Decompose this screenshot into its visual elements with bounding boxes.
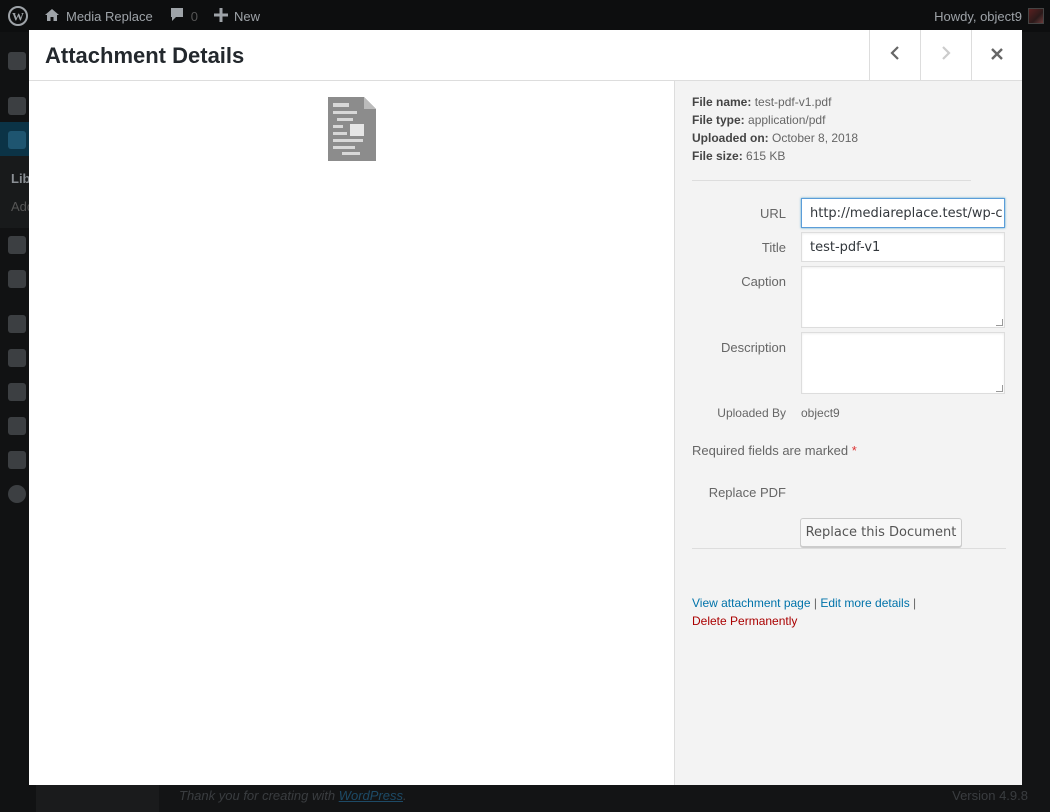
file-name-label: File name: [692,95,752,109]
details-divider [692,180,971,181]
new-content-link[interactable]: New [206,0,268,32]
appearance-icon[interactable] [8,315,26,333]
settings-icon[interactable] [8,451,26,469]
file-name-row: File name: test-pdf-v1.pdf [692,93,858,111]
description-label: Description [720,340,786,355]
attachment-actions: View attachment page | Edit more details… [692,594,916,630]
modal-title: Attachment Details [45,43,245,68]
chevron-right-icon [940,44,952,67]
footer-thanks: Thank you for creating with WordPress. [179,788,407,803]
view-attachment-page-link[interactable]: View attachment page [692,596,811,610]
uploaded-on-value: October 8, 2018 [772,131,859,145]
posts-icon[interactable] [8,97,26,115]
file-size-label: File size: [692,149,743,163]
media-icon [8,131,26,149]
plugins-icon[interactable] [8,349,26,367]
chevron-left-icon [889,44,901,67]
footer-version: Version 4.9.8 [952,788,1028,803]
new-label: New [233,8,260,24]
replace-pdf-label: Replace PDF [708,485,786,500]
wordpress-logo-icon[interactable]: W [0,0,36,32]
file-type-value: application/pdf [748,113,826,127]
comments-link[interactable]: 0 [161,0,206,32]
uploaded-on-row: Uploaded on: October 8, 2018 [692,129,858,147]
required-note-text: Required fields are marked [692,443,849,458]
replace-document-button[interactable]: Replace this Document [800,518,962,547]
url-value: http://mediareplace.test/wp-c [810,205,1003,221]
collapse-menu-icon[interactable] [8,485,26,503]
site-name-link[interactable]: Media Replace [36,0,161,32]
file-type-row: File type: application/pdf [692,111,858,129]
home-icon [44,8,60,25]
dashboard-icon[interactable] [8,52,26,70]
footer-thanks-text: Thank you for creating with [179,788,336,803]
action-separator: | [810,596,821,610]
comment-icon [169,7,185,25]
avatar [1028,8,1044,24]
attachment-details-modal: Attachment Details File name: test-pdf-v… [29,30,1022,785]
previous-attachment-button[interactable] [869,30,920,80]
my-account-link[interactable]: Howdy, object9 [926,0,1050,32]
comments-menu-icon[interactable] [8,270,26,288]
uploaded-on-label: Uploaded on: [692,131,769,145]
close-icon [990,44,1004,67]
actions-divider [692,548,1006,549]
resize-grip-icon[interactable] [996,385,1003,392]
next-attachment-button[interactable] [920,30,971,80]
attachment-info-panel: File name: test-pdf-v1.pdf File type: ap… [674,81,1022,785]
action-separator: | [909,596,917,610]
admin-bar: W Media Replace 0 New Howdy, object9 [0,0,1050,32]
close-modal-button[interactable] [971,30,1022,80]
url-label: URL [759,206,786,221]
delete-permanently-link[interactable]: Delete Permanently [692,614,797,628]
attachment-preview [29,81,674,785]
file-name-value: test-pdf-v1.pdf [754,95,832,109]
svg-text:W: W [12,10,24,24]
caption-textarea[interactable] [801,266,1005,328]
comments-count: 0 [190,8,198,24]
modal-header: Attachment Details [29,30,1022,81]
file-size-value: 615 KB [746,149,786,163]
uploaded-by-label: Uploaded By [717,406,786,420]
caption-label: Caption [741,274,786,289]
uploaded-by-value: object9 [801,406,840,420]
resize-grip-icon[interactable] [996,319,1003,326]
required-fields-note: Required fields are marked * [692,443,857,458]
howdy-text: Howdy, object9 [934,8,1022,24]
required-asterisk: * [851,443,857,458]
footer-period: . [403,788,407,803]
file-size-row: File size: 615 KB [692,147,858,165]
wordpress-link[interactable]: WordPress [339,788,403,803]
title-label: Title [761,240,786,255]
file-details: File name: test-pdf-v1.pdf File type: ap… [692,93,858,165]
submenu-library[interactable]: Lib [11,171,31,186]
tools-icon[interactable] [8,417,26,435]
description-textarea[interactable] [801,332,1005,394]
plus-icon [213,7,228,25]
document-icon [328,97,376,161]
title-value: test-pdf-v1 [810,239,881,255]
admin-footer: Thank you for creating with WordPress. V… [159,785,1050,812]
url-field[interactable]: http://mediareplace.test/wp-c [801,198,1005,228]
file-type-label: File type: [692,113,745,127]
edit-more-details-link[interactable]: Edit more details [820,596,909,610]
pages-icon[interactable] [8,236,26,254]
actions-row: View attachment page | Edit more details… [692,594,916,612]
users-icon[interactable] [8,383,26,401]
title-field[interactable]: test-pdf-v1 [801,232,1005,262]
site-name: Media Replace [66,8,153,24]
